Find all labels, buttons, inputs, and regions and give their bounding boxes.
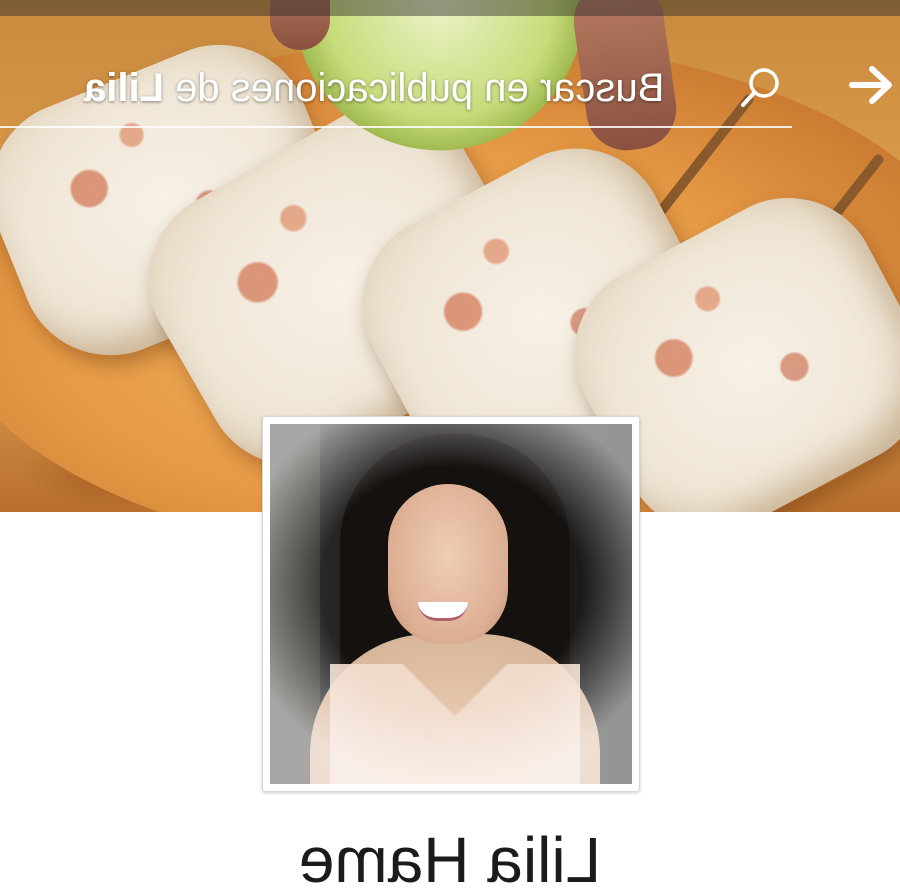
profile-name: Lilia Hame — [298, 824, 602, 896]
photo-vignette — [270, 424, 632, 784]
search-bar[interactable]: Buscar en publicaciones de Lilia — [0, 52, 792, 128]
search-profile-name: Lilia — [84, 66, 165, 110]
search-placeholder: Buscar en publicaciones de — [164, 66, 665, 110]
arrow-right-icon[interactable] — [846, 60, 896, 110]
search-input[interactable]: Buscar en publicaciones de Lilia — [84, 66, 724, 111]
profile-picture[interactable] — [262, 416, 640, 792]
profile-photo — [270, 424, 632, 784]
search-icon[interactable] — [738, 64, 784, 110]
status-bar — [0, 0, 900, 16]
